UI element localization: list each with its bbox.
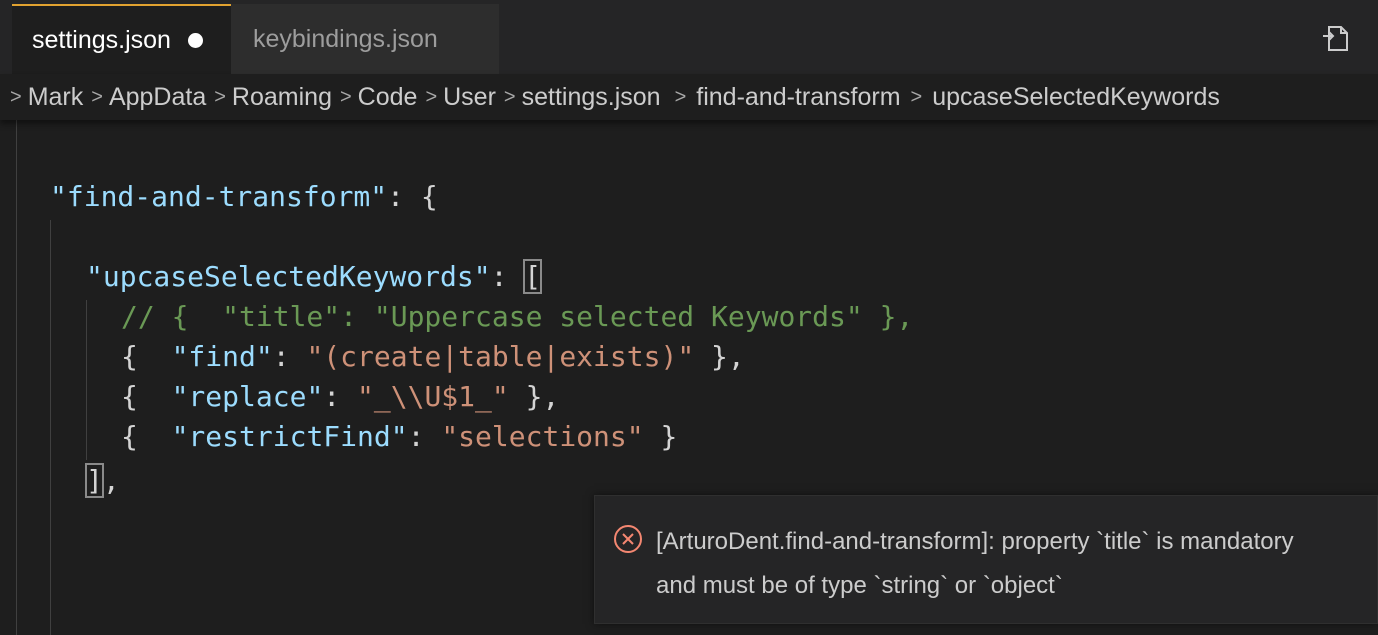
indent-guide bbox=[86, 300, 87, 460]
json-key: "restrictFind" bbox=[171, 420, 408, 453]
indent-guide bbox=[16, 120, 17, 635]
code-line-3: // { "title": "Uppercase selected Keywor… bbox=[121, 297, 913, 337]
open-changes-icon[interactable] bbox=[1320, 22, 1354, 56]
chevron-right-icon: > bbox=[339, 85, 352, 108]
breadcrumb-item[interactable]: find-and-transform bbox=[696, 83, 900, 112]
punctuation: }, bbox=[508, 380, 560, 413]
punctuation: { bbox=[121, 340, 172, 373]
breadcrumb-item[interactable]: upcaseSelectedKeywords bbox=[932, 83, 1220, 112]
breadcrumb-item[interactable]: AppData bbox=[109, 83, 206, 112]
error-circle-x-icon bbox=[613, 524, 643, 554]
json-key: "replace" bbox=[171, 380, 324, 413]
tab-bar: settings.json keybindings.json bbox=[0, 0, 1378, 74]
tab-keybindings-json[interactable]: keybindings.json bbox=[231, 4, 499, 74]
punctuation: : bbox=[490, 260, 525, 293]
bracket-match-open: [ bbox=[523, 259, 543, 294]
punctuation: : bbox=[407, 420, 442, 453]
tab-settings-json[interactable]: settings.json bbox=[12, 4, 231, 74]
chevron-right-icon: > bbox=[425, 85, 438, 108]
json-key: "find-and-transform" bbox=[50, 180, 388, 213]
breadcrumb-item[interactable]: User bbox=[443, 83, 496, 112]
tab-label: keybindings.json bbox=[253, 24, 438, 53]
punctuation: } bbox=[643, 420, 678, 453]
breadcrumb-item[interactable]: settings.json bbox=[522, 83, 661, 112]
punctuation: , bbox=[102, 464, 120, 497]
json-key: "upcaseSelectedKeywords" bbox=[86, 260, 491, 293]
chevron-right-icon: > bbox=[674, 85, 687, 108]
code-line-7: ], bbox=[85, 461, 120, 501]
bracket-match-close: ] bbox=[85, 463, 104, 498]
punctuation: { bbox=[121, 420, 172, 453]
code-line-5: { "replace": "_\\U$1_" }, bbox=[121, 377, 559, 417]
chevron-right-icon: > bbox=[91, 85, 103, 108]
tab-label: settings.json bbox=[32, 25, 171, 54]
breadcrumb-item[interactable]: Mark bbox=[28, 83, 84, 112]
chevron-right-icon: > bbox=[10, 85, 22, 108]
error-message-line: and must be of type `string` or `object` bbox=[656, 572, 1063, 599]
punctuation: }, bbox=[694, 340, 745, 373]
code-line-6: { "restrictFind": "selections" } bbox=[121, 417, 677, 457]
chevron-right-icon: > bbox=[214, 85, 226, 108]
breadcrumb-item[interactable]: Roaming bbox=[232, 83, 332, 112]
editor-window: settings.json keybindings.json > Mark > … bbox=[0, 0, 1378, 635]
json-key: "find" bbox=[171, 340, 273, 373]
error-message-line: [ArturoDent.find-and-transform]: propert… bbox=[656, 528, 1294, 555]
json-string: "(create|table|exists)" bbox=[306, 340, 695, 373]
code-line-1: "find-and-transform": { bbox=[50, 177, 438, 217]
punctuation: { bbox=[121, 380, 172, 413]
comment: // { "title": "Uppercase selected Keywor… bbox=[121, 300, 914, 333]
chevron-right-icon: > bbox=[503, 85, 516, 108]
code-line-2: "upcaseSelectedKeywords": [ bbox=[86, 257, 543, 297]
punctuation: : bbox=[323, 380, 358, 413]
punctuation: : bbox=[272, 340, 307, 373]
unsaved-dot-icon[interactable] bbox=[187, 33, 203, 48]
indent-guide bbox=[50, 220, 51, 635]
punctuation: : { bbox=[387, 180, 438, 213]
error-hover-widget: [ArturoDent.find-and-transform]: propert… bbox=[594, 495, 1378, 624]
breadcrumb-item[interactable]: Code bbox=[358, 83, 418, 112]
chevron-right-icon: > bbox=[910, 85, 923, 108]
breadcrumb: > Mark > AppData > Roaming > Code > User… bbox=[0, 74, 1378, 120]
error-message: [ArturoDent.find-and-transform]: propert… bbox=[656, 520, 1372, 608]
code-line-4: { "find": "(create|table|exists)" }, bbox=[121, 337, 745, 377]
json-string: "selections" bbox=[441, 420, 644, 453]
json-string: "_\\U$1_" bbox=[357, 380, 509, 413]
